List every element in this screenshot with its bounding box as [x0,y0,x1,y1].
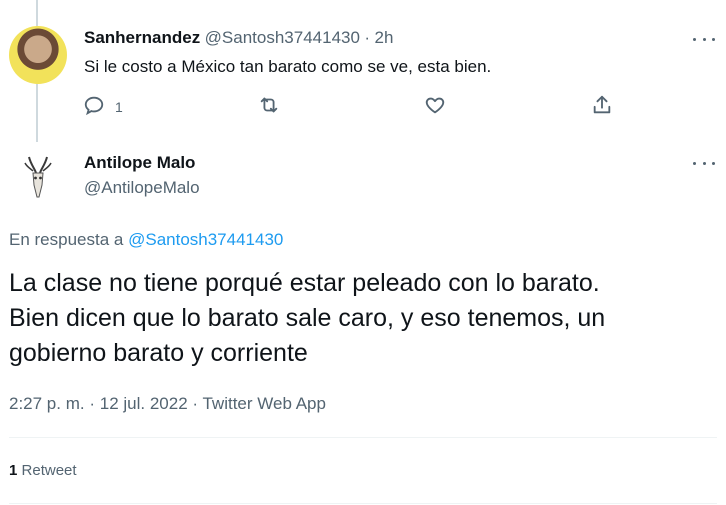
retweet-button[interactable] [258,94,280,119]
reply-button[interactable]: 1 [83,94,123,119]
display-name[interactable]: Sanhernandez [84,28,200,47]
tweet-timestamp: 2:27 p. m. · 12 jul. 2022 · Twitter Web … [9,394,326,414]
share-icon [591,94,613,119]
handle[interactable]: @Santosh37441430 [205,28,360,47]
tweet-text-line: Bien dicen que lo barato sale caro, y es… [9,304,606,332]
retweet-stats[interactable]: 1 Retweet [9,462,77,479]
tweet-date[interactable]: 12 jul. 2022 [100,394,188,413]
avatar[interactable] [9,26,67,84]
more-icon[interactable] [693,31,715,47]
handle[interactable]: @AntilopeMalo [84,178,200,198]
separator: · [364,28,371,47]
reply-header: Sanhernandez @Santosh37441430 · 2h [84,28,393,48]
tweet-source[interactable]: Twitter Web App [202,394,325,413]
divider [9,503,717,504]
divider [9,437,717,438]
tweet-text-line: La clase no tiene porqué estar peleado c… [9,269,600,297]
replying-to: En respuesta a @Santosh37441430 [9,230,283,250]
reply-icon [83,94,105,119]
tweet-text: La clase no tiene porqué estar peleado c… [9,266,709,371]
like-button[interactable] [424,94,446,119]
antelope-logo [24,156,52,198]
replying-prefix: En respuesta a [9,230,124,249]
mention-link[interactable]: @Santosh37441430 [128,230,283,249]
reply-time[interactable]: 2h [375,28,394,47]
separator: · [89,394,96,413]
like-icon [424,94,446,119]
reply-count: 1 [115,98,123,115]
retweet-label: Retweet [21,462,77,479]
tweet-text-line: gobierno barato y corriente [9,339,308,367]
more-icon[interactable] [693,155,715,171]
share-button[interactable] [591,94,613,119]
display-name[interactable]: Antilope Malo [84,153,195,173]
reply-text: Si le costo a México tan barato como se … [84,57,492,76]
retweet-count: 1 [9,462,18,479]
separator: · [192,394,199,413]
avatar[interactable] [9,151,67,209]
tweet-time[interactable]: 2:27 p. m. [9,394,85,413]
retweet-icon [258,94,280,119]
